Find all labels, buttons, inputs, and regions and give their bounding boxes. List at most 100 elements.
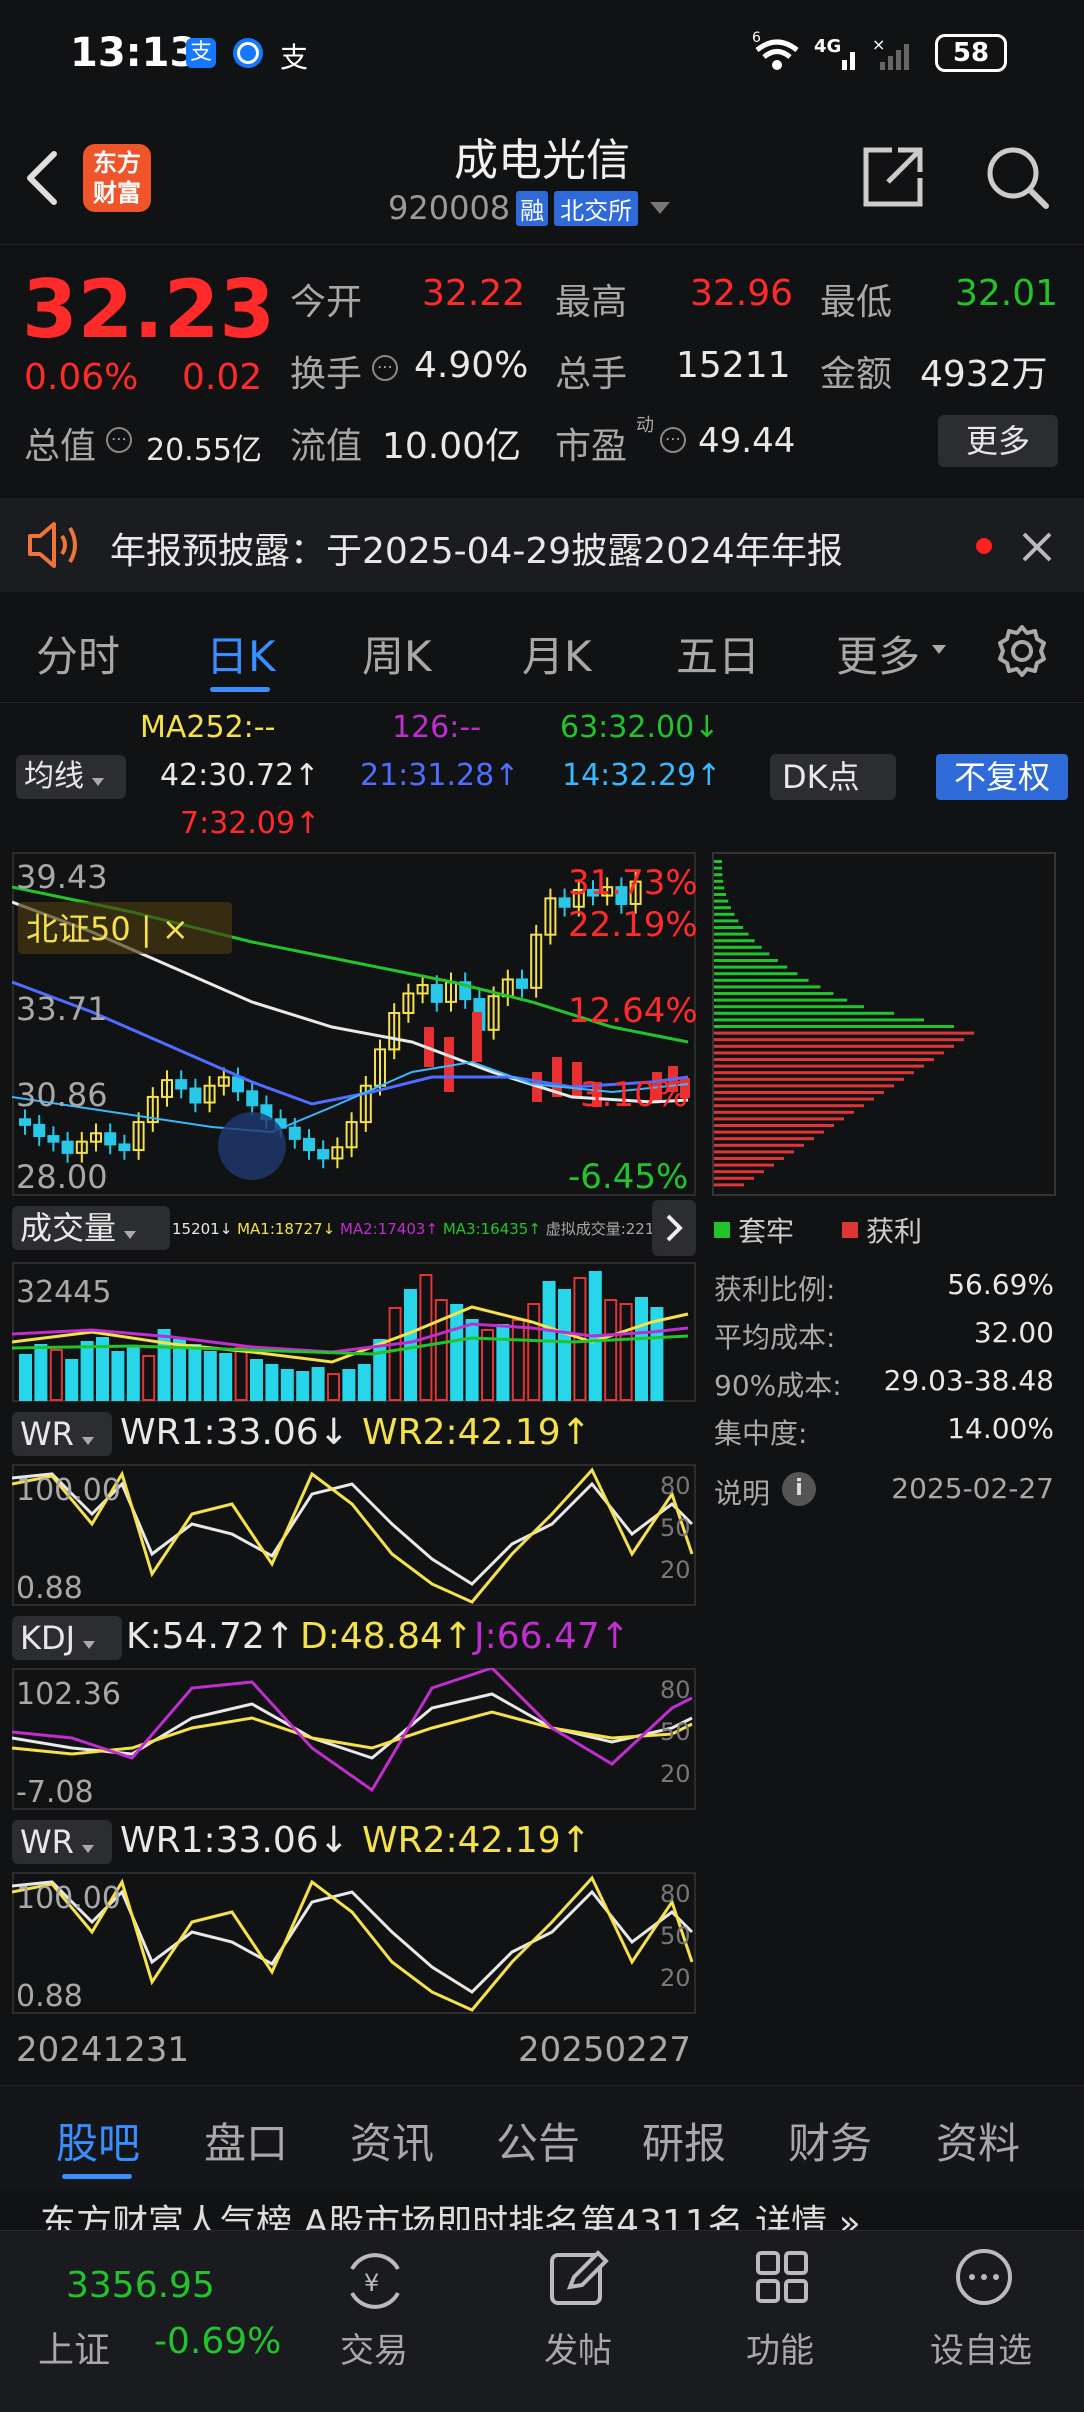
ma42-label: 42:30.72↑ [160,758,320,793]
close-icon[interactable] [1020,530,1054,564]
volume-indicator-button[interactable]: 成交量 [12,1206,170,1250]
candle-body [246,1090,259,1107]
post-label[interactable]: 发帖 [544,2323,612,2372]
chip-bar [714,866,723,870]
tab-finance[interactable]: 财务 [788,2110,872,2171]
tab-news[interactable]: 资讯 [350,2110,434,2171]
candle-body [47,1135,60,1143]
kline-pct-3: 12.64% [568,991,696,1031]
wr2-bottom: 0.88 [16,1979,83,2014]
open-label: 今开 [290,282,363,323]
volume-bar [404,1289,417,1401]
wr2-r50: 50 [660,1922,691,1950]
chip-bar [714,1157,784,1160]
watchlist-label[interactable]: 设自选 [930,2323,1032,2372]
quote-panel: 32.23 0.06% 0.02 今开 32.22 最高 32.96 最低 32… [0,245,1084,495]
chip-distribution-chart[interactable] [712,852,1056,1196]
notice-bar[interactable]: 年报预披露：于2025-04-29披露2024年年报 [0,498,1084,592]
index-name[interactable]: 上证 [38,2321,110,2373]
status-bar: 13:13 支 支 6 4G × 58 [0,0,1084,110]
avg-cost-value: 32.00 [973,1316,1054,1349]
chip-bar [714,992,834,995]
ma14-label: 14:32.29↑ [562,758,722,793]
popularity-ticker[interactable]: 东方财富人气榜 A股市场即时排名第4311名 详情 » [40,2200,1080,2230]
adjust-mode-button[interactable]: 不复权 [936,754,1068,800]
date-start: 20241231 [16,2030,190,2070]
more-button[interactable]: 更多 [938,415,1058,467]
function-label[interactable]: 功能 [746,2323,814,2372]
tab-announcements[interactable]: 公告 [496,2110,580,2171]
current-price: 32.23 [22,263,276,356]
concentration-label: 集中度: [714,1417,808,1450]
post-icon[interactable] [546,2245,612,2311]
content-tabs: 股吧 盘口 资讯 公告 研报 财务 资料 [0,2085,1084,2191]
ma252-label: MA252:-- [140,710,276,745]
kdj-d-value: D:48.84↑ [300,1616,474,1657]
index-value[interactable]: 3356.95 [66,2265,215,2306]
tab-daily-k[interactable]: 日K [206,623,276,684]
tab-research[interactable]: 研报 [642,2110,726,2171]
tab-weekly-k[interactable]: 周K [362,623,432,684]
wr-indicator-button-2[interactable]: WR [12,1820,112,1864]
status-time: 13:13 [70,30,198,76]
alipay-icon: 支 [186,38,216,68]
volume-bar [19,1354,32,1401]
info-dot-icon-2[interactable]: ⋯ [106,427,132,453]
chevron-right-icon [666,1214,683,1242]
dk-point-button[interactable]: DK点 [770,754,896,800]
change-value: 0.02 [182,357,263,398]
tab-five-day[interactable]: 五日 [676,623,760,684]
chip-bar [714,1130,824,1134]
tab-guba[interactable]: 股吧 [56,2110,140,2171]
wr2-r20: 20 [660,1964,691,1992]
candle-body [19,1118,31,1126]
wr1-value-1: WR1:33.06↓ [120,1412,349,1453]
tab-more[interactable]: 更多 [836,623,920,684]
amount-label: 金额 [820,354,893,395]
kdj-k-value: K:54.72↑ [126,1616,295,1657]
kdj-indicator-button[interactable]: KDJ [12,1616,122,1660]
info-dot-icon-3[interactable]: ⋯ [660,427,686,453]
info-dot-icon[interactable]: ⋯ [372,355,398,381]
index-change[interactable]: -0.69% [154,2321,281,2362]
volume-chart[interactable]: 32445 [12,1262,696,1402]
tab-intraday[interactable]: 分时 [36,623,120,684]
svg-text:¥: ¥ [364,2269,379,2297]
volume-bar [635,1297,648,1401]
ma63-label: 63:32.00↓ [560,710,720,745]
ma21-label: 21:31.28↑ [360,758,520,793]
tab-pankou[interactable]: 盘口 [204,2110,288,2171]
tab-profile[interactable]: 资料 [936,2110,1020,2171]
info-icon[interactable]: i [782,1472,816,1506]
kline-pct-5: -6.45% [568,1157,688,1196]
chip-bar [714,906,731,910]
expand-arrow-button[interactable] [652,1200,696,1256]
volume-caret-icon [124,1231,137,1239]
search-icon[interactable] [984,144,1052,212]
chip-note-label[interactable]: 说明 [714,1472,770,1512]
kline-chart[interactable]: 39.43 33.71 30.86 28.00 北证50 | × 31.73% … [12,852,696,1196]
candle-body [303,1137,315,1152]
wr-caret-icon-2 [81,1845,94,1853]
candle-body [61,1140,74,1154]
candle-body [317,1149,330,1160]
wr-indicator-button-1[interactable]: WR [12,1412,112,1456]
trade-icon[interactable]: ¥ [340,2249,410,2313]
ma-selector-button[interactable]: 均线 [16,755,126,799]
settings-gear-icon[interactable] [994,623,1050,679]
tab-monthly-k[interactable]: 月K [522,623,592,684]
watchlist-icon[interactable] [952,2245,1016,2309]
share-icon[interactable] [862,146,924,208]
volume-bar [34,1344,48,1401]
wr-chart-1[interactable]: 100.00 0.88 80 50 20 [12,1464,696,1606]
chip-bar [714,952,770,956]
trade-label[interactable]: 交易 [340,2323,408,2372]
amount-value: 4932万 [920,354,1048,395]
volume-bar [434,1299,448,1401]
function-grid-icon[interactable] [752,2247,812,2307]
volume-value: 15211 [676,345,791,386]
stock-code-row[interactable]: 920008 融 北交所 [388,188,671,228]
kdj-chart[interactable]: 102.36 -7.08 80 50 20 [12,1668,696,1810]
wr-chart-2[interactable]: 100.00 0.88 80 50 20 [12,1872,696,2014]
kdj-indicator-label: KDJ [20,1619,76,1657]
